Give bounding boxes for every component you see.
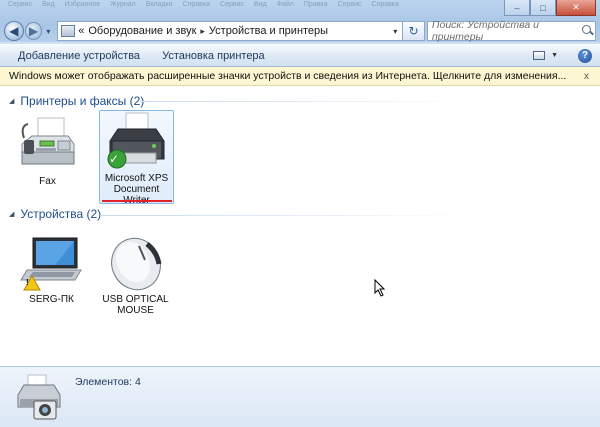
ghost-menu-item: Избранное [64,1,101,8]
add-device-button[interactable]: Добавление устройства [18,50,140,62]
group-divider [140,101,470,102]
ghost-menu-item: Журнал [110,1,136,8]
maximize-button[interactable]: □ [530,0,556,16]
ghost-menu-item: Файл [276,1,294,8]
help-icon[interactable]: ? [578,48,592,63]
recent-pages-dropdown[interactable]: ▾ [43,27,53,36]
search-icon[interactable] [579,22,595,40]
group-header-printers[interactable]: ◢ Принтеры и факсы (2) [9,94,144,108]
fax-icon [21,117,74,165]
ghost-menu-item: Вкладки [145,1,173,8]
ghost-menu-item: Сервис [8,1,32,8]
group-title: Устройства (2) [20,207,102,221]
search-placeholder: Поиск: Устройства и принтеры [431,19,539,43]
mouse-icon [110,237,161,291]
device-tile-computer[interactable]: ! SERG-ПК [14,234,89,305]
window-titlebar: Сервис Вид Избранное Журнал Вкладки Спра… [0,0,600,43]
control-panel-icon [61,25,76,37]
ghost-menu-item: Сервис [337,1,362,8]
device-label-mouse-line1: USB OPTICAL [102,294,169,305]
address-bar[interactable]: « Оборудование и звук ▸ Устройства и при… [57,21,404,41]
device-label-xps-line2: Document Writer [113,184,160,206]
change-view-icon[interactable] [533,51,546,60]
forward-button[interactable]: ▶ [24,22,43,40]
ghost-menu-item: Справка [371,1,399,8]
device-label-computer: SERG-ПК [29,294,74,305]
ghost-menu-item: Вид [41,1,55,8]
ghost-menu-item: Справка [182,1,211,8]
devices-and-printers-icon [17,374,61,420]
mouse-cursor-icon [374,279,386,297]
device-label-fax: Fax [39,176,56,187]
breadcrumb-separator-icon[interactable]: ▸ [200,26,205,37]
command-bar: Добавление устройства Установка принтера… [0,44,600,67]
ghost-menu-item: Сервис [220,1,244,8]
red-underline-annotation [102,200,172,202]
navigation-bar: ◀ ▶ ▾ « Оборудование и звук ▸ Устройства… [4,19,596,43]
item-count: Элементов: 4 [75,376,141,388]
breadcrumb-hardware-and-sound[interactable]: Оборудование и звук [88,25,196,37]
collapse-chevron-icon[interactable]: ◢ [9,210,14,218]
breadcrumb-devices-and-printers[interactable]: Устройства и принтеры [209,25,328,37]
info-bar-close-icon[interactable]: x [584,71,589,82]
default-printer-check-icon: ✓ [109,152,120,166]
info-bar-message[interactable]: Windows может отображать расширенные зна… [9,70,566,82]
minimize-button[interactable]: – [504,0,530,16]
collapse-chevron-icon[interactable]: ◢ [9,97,14,105]
ghost-menu-item: Правка [303,1,328,8]
add-printer-button[interactable]: Установка принтера [162,50,265,62]
group-divider [100,215,470,216]
info-bar[interactable]: Windows может отображать расширенные зна… [0,67,600,86]
group-title: Принтеры и факсы (2) [20,94,145,108]
view-options-dropdown-icon[interactable]: ▼ [551,52,558,59]
back-button[interactable]: ◀ [4,21,24,41]
address-dropdown-icon[interactable]: ▾ [388,27,402,36]
details-pane: Элементов: 4 [0,366,600,427]
devices-view: ◢ Принтеры и факсы (2) Fax ✓ Microsoft X… [0,86,600,366]
search-input[interactable]: Поиск: Устройства и принтеры [426,19,596,43]
refresh-button[interactable]: ↻ [403,21,425,41]
ghost-menu-item: Вид [254,1,267,8]
command-bar-right: ▼ ? [533,48,600,63]
device-label-xps-line1: Microsoft XPS [104,173,169,184]
background-window-menu: Сервис Вид Избранное Журнал Вкладки Спра… [8,1,399,8]
warning-badge-icon: ! [26,278,29,287]
device-tile-mouse[interactable]: USB OPTICAL MOUSE [98,234,173,316]
group-header-devices[interactable]: ◢ Устройства (2) [9,207,101,221]
device-tile-xps-writer[interactable]: ✓ Microsoft XPS Document Writer [99,110,174,206]
close-window-button[interactable]: ✕ [556,0,596,16]
device-tile-fax[interactable]: Fax [10,116,85,191]
window-controls: – □ ✕ [504,0,596,16]
address-overflow-chevron[interactable]: « [78,25,84,37]
device-label-mouse-line2: MOUSE [117,305,154,316]
